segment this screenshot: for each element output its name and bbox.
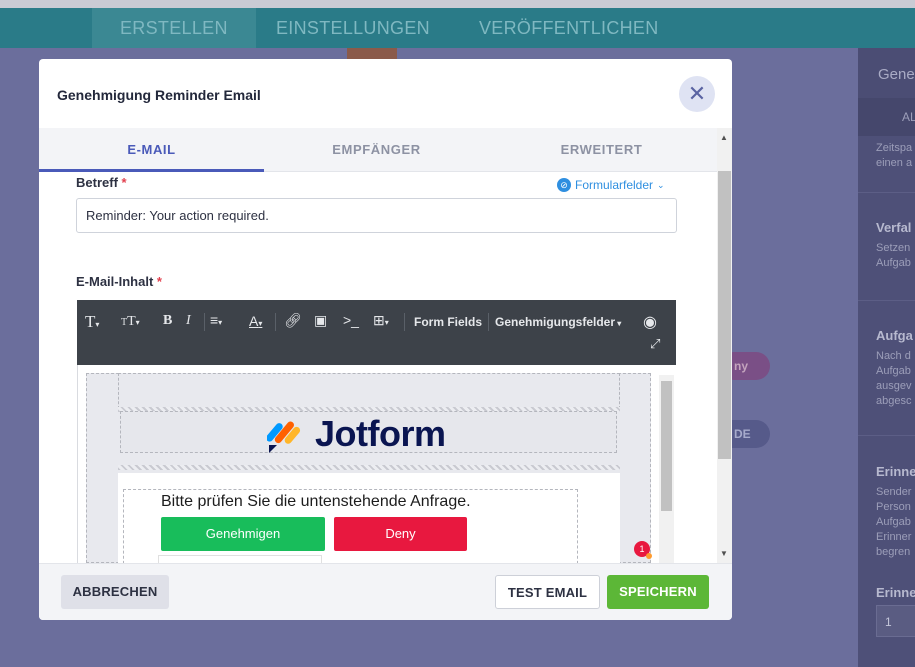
notification-dot [646, 553, 652, 559]
deny-button[interactable]: Deny [334, 517, 467, 551]
modal-title: Genehmigung Reminder Email [57, 87, 261, 103]
panel-divider [858, 300, 915, 301]
nav-tab-einstellungen[interactable]: EINSTELLUNGEN [276, 8, 430, 48]
top-strip [0, 0, 915, 8]
logo-text: Jotform [315, 413, 446, 454]
subject-input[interactable]: Reminder: Your action required. [76, 198, 677, 233]
content-row [158, 555, 322, 563]
email-modal: Genehmigung Reminder Email ✕ E-MAIL EMPF… [39, 59, 732, 620]
modal-footer: ABBRECHEN TEST EMAIL SPEICHERN [39, 563, 732, 620]
panel-subtab[interactable]: AL [858, 98, 915, 136]
header-spacer [118, 373, 620, 409]
text-color-icon[interactable]: A▾ [249, 313, 262, 329]
form-fields-label: Formularfelder [575, 178, 654, 192]
jotform-logo: Jotform [267, 413, 446, 455]
panel-divider [858, 435, 915, 436]
scroll-up-icon[interactable]: ▲ [720, 133, 728, 142]
panel-heading: Gene [858, 48, 915, 98]
italic-icon[interactable]: I [186, 313, 191, 329]
right-settings-panel: Gene AL Zeitspa einen a Verfal Setzen Aufg… [858, 48, 915, 667]
toolbar-separator [404, 313, 405, 331]
test-email-button[interactable]: TEST EMAIL [495, 575, 600, 609]
modal-tabs: E-MAIL EMPFÄNGER ERWEITERT [39, 128, 717, 172]
align-icon[interactable]: ≡▾ [210, 312, 222, 328]
toolbar-separator [204, 313, 205, 331]
modal-scrollbar-thumb[interactable] [718, 171, 731, 459]
panel-block-1: Zeitspa einen a [876, 142, 913, 169]
panel-block-3: Aufga Nach d Aufgab ausgev abgesc [876, 328, 913, 407]
cancel-button[interactable]: ABBRECHEN [61, 575, 169, 609]
panel-divider [858, 192, 915, 193]
jotform-logo-icon [267, 421, 301, 453]
toolbar-separator [275, 313, 276, 331]
tab-email[interactable]: E-MAIL [39, 128, 264, 172]
nav-tab-erstellen[interactable]: ERSTELLEN [92, 8, 256, 48]
image-icon[interactable]: ▣ [314, 312, 327, 329]
email-body-text[interactable]: Bitte prüfen Sie die untenstehende Anfra… [161, 493, 471, 511]
section-divider [118, 465, 620, 470]
font-family-icon[interactable]: T▾ [85, 312, 99, 332]
subject-label: Betreff * [76, 175, 127, 190]
content-label: E-Mail-Inhalt * [76, 274, 162, 289]
approval-fields-dropdown[interactable]: Genehmigungsfelder ▾ [495, 315, 621, 329]
font-size-icon[interactable]: TT▾ [121, 314, 140, 330]
close-icon: ✕ [687, 81, 707, 106]
link-icon: ⊘ [557, 178, 571, 192]
fullscreen-icon[interactable]: ⤢ [650, 336, 660, 352]
table-icon[interactable]: ⊞▾ [373, 312, 389, 329]
bold-icon[interactable]: B [163, 313, 172, 329]
required-mark: * [156, 274, 162, 289]
form-fields-button[interactable]: Form Fields [414, 315, 482, 329]
panel-block-5: Erinne [876, 585, 915, 600]
panel-block-4: Erinne Sender Person Aufgab Erinner begren [876, 464, 915, 558]
save-button[interactable]: SPEICHERN [607, 575, 709, 609]
editor-toolbar: T▾ TT▾ B I ≡▾ A▾ 🔗︎ ▣ >_ ⊞▾ Form Fields … [77, 300, 676, 365]
code-icon[interactable]: >_ [343, 312, 359, 328]
tab-recipients[interactable]: EMPFÄNGER [264, 128, 489, 172]
form-fields-dropdown[interactable]: ⊘ Formularfelder ⌄ [557, 178, 665, 192]
link-icon[interactable]: 🔗︎ [284, 312, 302, 329]
toolbar-separator [488, 313, 489, 331]
preview-eye-icon[interactable]: ◉ [643, 312, 657, 332]
approve-button[interactable]: Genehmigen [161, 517, 325, 551]
close-button[interactable]: ✕ [679, 76, 715, 112]
main-nav: ERSTELLEN EINSTELLUNGEN VERÖFFENTLICHEN [0, 8, 915, 48]
tab-advanced[interactable]: ERWEITERT [489, 128, 714, 172]
panel-block-2: Verfal Setzen Aufgab [876, 220, 912, 269]
scroll-down-icon[interactable]: ▼ [720, 549, 728, 558]
reminder-count-input[interactable]: 1 [876, 605, 915, 637]
required-mark: * [121, 175, 127, 190]
editor-scrollbar-thumb[interactable] [661, 381, 672, 511]
nav-tab-veroeffentlichen[interactable]: VERÖFFENTLICHEN [479, 8, 659, 48]
chevron-down-icon: ⌄ [657, 179, 665, 190]
